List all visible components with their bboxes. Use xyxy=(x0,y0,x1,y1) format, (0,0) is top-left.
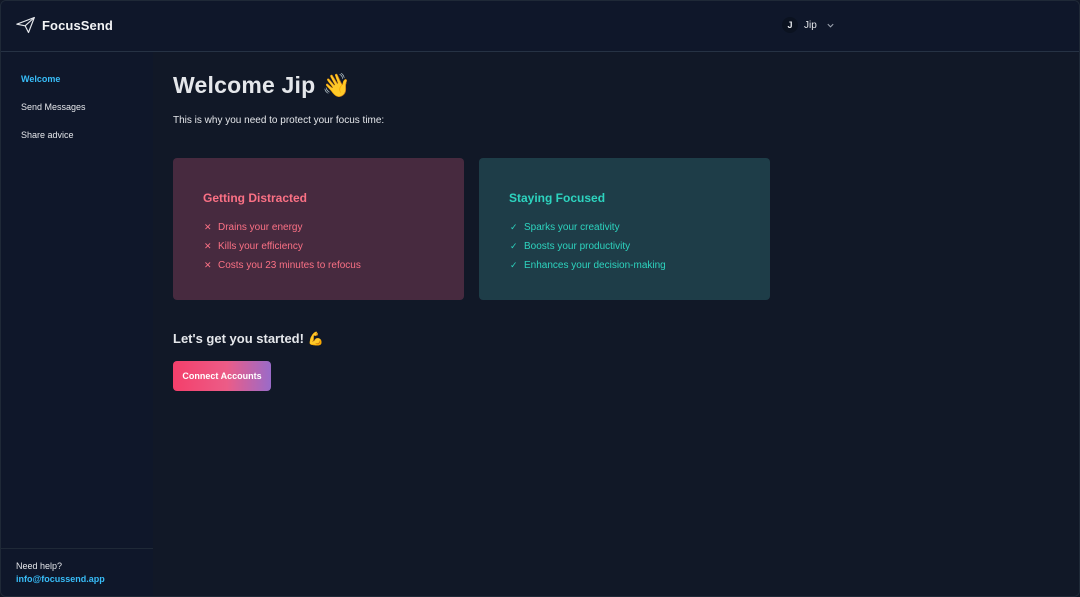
list-item: ✕ Kills your efficiency xyxy=(204,237,361,256)
brand[interactable]: FocusSend xyxy=(16,16,113,34)
cross-icon: ✕ xyxy=(204,222,212,232)
sidebar-item-welcome[interactable]: Welcome xyxy=(21,74,60,84)
check-icon: ✓ xyxy=(510,241,518,251)
sidebar-item-share-advice[interactable]: Share advice xyxy=(21,130,74,140)
user-menu[interactable]: J Jip xyxy=(782,17,835,33)
list-item-text: Costs you 23 minutes to refocus xyxy=(218,260,361,271)
list-item-text: Kills your efficiency xyxy=(218,241,303,252)
cross-icon: ✕ xyxy=(204,241,212,251)
focused-card: Staying Focused ✓ Sparks your creativity … xyxy=(479,158,770,300)
avatar: J xyxy=(782,17,798,33)
help-email-link[interactable]: info@focussend.app xyxy=(16,574,105,584)
list-item-text: Drains your energy xyxy=(218,222,303,233)
main-content: Welcome Jip 👋 This is why you need to pr… xyxy=(153,52,1079,596)
check-icon: ✓ xyxy=(510,222,518,232)
list-item: ✕ Costs you 23 minutes to refocus xyxy=(204,256,361,275)
focused-list: ✓ Sparks your creativity ✓ Boosts your pro… xyxy=(510,218,666,275)
list-item-text: Boosts your productivity xyxy=(524,241,631,252)
list-item: ✕ Drains your energy xyxy=(204,218,361,237)
page-subtitle: This is why you need to protect your foc… xyxy=(173,115,385,126)
cross-icon: ✕ xyxy=(204,260,212,270)
chevron-down-icon xyxy=(827,23,834,28)
list-item-text: Enhances your decision-making xyxy=(524,260,666,271)
focused-card-title: Staying Focused xyxy=(509,191,606,205)
help-section: Need help? info@focussend.app xyxy=(1,548,153,596)
top-bar: FocusSend J Jip xyxy=(1,1,1079,52)
distracted-card: Getting Distracted ✕ Drains your energy ✕… xyxy=(173,158,464,300)
sidebar-item-send-messages[interactable]: Send Messages xyxy=(21,102,86,112)
distracted-card-title: Getting Distracted xyxy=(203,191,308,205)
list-item-text: Sparks your creativity xyxy=(524,222,620,233)
list-item: ✓ Sparks your creativity xyxy=(510,218,666,237)
user-name: Jip xyxy=(804,19,817,31)
list-item: ✓ Boosts your productivity xyxy=(510,237,666,256)
get-started-heading: Let's get you started! 💪 xyxy=(173,331,324,346)
connect-accounts-button[interactable]: Connect Accounts xyxy=(173,361,271,391)
sidebar: Welcome Send Messages Share advice Need … xyxy=(1,52,153,596)
app-name: FocusSend xyxy=(42,17,113,33)
paper-plane-icon xyxy=(16,16,35,34)
check-icon: ✓ xyxy=(510,260,518,270)
list-item: ✓ Enhances your decision-making xyxy=(510,256,666,275)
help-label: Need help? xyxy=(16,561,63,571)
app-window: FocusSend J Jip Welcome Send Messages Sh… xyxy=(0,0,1080,597)
page-title: Welcome Jip 👋 xyxy=(173,72,351,98)
distracted-list: ✕ Drains your energy ✕ Kills your efficien… xyxy=(204,218,361,275)
